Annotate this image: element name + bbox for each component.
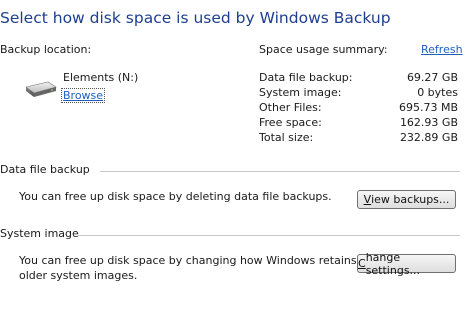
view-backups-button-label: iew backups... xyxy=(371,193,450,206)
summary-label-free-space: Free space: xyxy=(259,116,322,129)
change-settings-button-accel: C xyxy=(358,257,366,270)
data-file-backup-separator xyxy=(100,171,460,172)
summary-label-total-size: Total size: xyxy=(259,131,314,144)
data-file-backup-description: You can free up disk space by deleting d… xyxy=(19,190,332,203)
system-image-heading: System image xyxy=(0,227,79,240)
summary-value-other-files: 695.73 MB xyxy=(398,101,458,114)
system-image-description-line2: older system images. xyxy=(19,269,138,282)
view-backups-button[interactable]: View backups... xyxy=(357,190,456,209)
space-usage-summary-label: Space usage summary: xyxy=(259,43,388,56)
drive-name: Elements (N:) xyxy=(63,71,139,84)
summary-value-total-size: 232.89 GB xyxy=(399,131,458,144)
view-backups-button-accel: V xyxy=(363,193,372,206)
summary-value-system-image: 0 bytes xyxy=(417,86,458,99)
external-drive-icon xyxy=(24,78,58,100)
change-settings-button-label: hange settings... xyxy=(365,250,421,277)
data-file-backup-heading: Data file backup xyxy=(0,163,90,176)
backup-location-label: Backup location: xyxy=(0,43,92,56)
refresh-link[interactable]: Refresh xyxy=(421,43,463,56)
summary-label-other-files: Other Files: xyxy=(259,101,322,114)
summary-value-free-space: 162.93 GB xyxy=(399,116,458,129)
summary-label-data-file-backup: Data file backup: xyxy=(259,71,353,84)
summary-value-data-file-backup: 69.27 GB xyxy=(406,71,458,84)
change-settings-button[interactable]: Change settings... xyxy=(357,251,456,277)
system-image-description-line1: You can free up disk space by changing h… xyxy=(19,254,357,267)
system-image-separator xyxy=(78,235,460,236)
page-title: Select how disk space is used by Windows… xyxy=(0,9,391,27)
browse-link[interactable]: Browse xyxy=(60,88,106,103)
summary-label-system-image: System image: xyxy=(259,86,342,99)
